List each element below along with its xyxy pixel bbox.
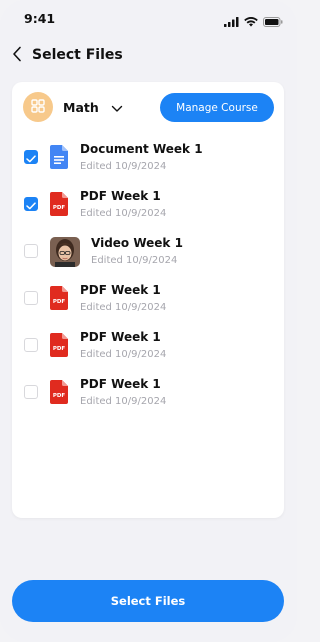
file-row[interactable]: PDF PDF Week 1 Edited 10/9/2024 xyxy=(12,367,284,414)
file-date: Edited 10/9/2024 xyxy=(80,208,167,219)
chevron-down-icon xyxy=(111,98,123,117)
file-row[interactable]: PDF PDF Week 1 Edited 10/9/2024 xyxy=(12,179,284,226)
file-checkbox[interactable] xyxy=(24,244,38,258)
select-files-button[interactable]: Select Files xyxy=(12,580,284,622)
svg-text:PDF: PDF xyxy=(53,393,66,399)
svg-text:PDF: PDF xyxy=(53,346,66,352)
signal-icon xyxy=(224,12,239,31)
manage-course-button[interactable]: Manage Course xyxy=(160,93,274,122)
file-name: PDF Week 1 xyxy=(80,189,161,203)
pdf-file-icon: PDF xyxy=(50,380,68,404)
back-button[interactable] xyxy=(6,44,28,68)
pdf-file-icon: PDF xyxy=(50,192,68,216)
svg-text:PDF: PDF xyxy=(53,205,66,211)
status-bar: 9:41 xyxy=(0,0,297,36)
file-picker-card: Math Manage Course Document Week 1 Edite… xyxy=(12,82,284,518)
wifi-icon xyxy=(244,12,258,31)
file-name: PDF Week 1 xyxy=(80,330,161,344)
file-name: PDF Week 1 xyxy=(80,283,161,297)
status-icons xyxy=(224,12,283,31)
battery-icon xyxy=(263,12,283,31)
file-date: Edited 10/9/2024 xyxy=(80,161,167,172)
chevron-left-icon xyxy=(12,46,22,66)
svg-text:PDF: PDF xyxy=(53,299,66,305)
file-list: Document Week 1 Edited 10/9/2024 PDF PDF… xyxy=(12,132,284,414)
file-date: Edited 10/9/2024 xyxy=(80,349,167,360)
grid-icon xyxy=(31,98,45,117)
file-checkbox[interactable] xyxy=(24,291,38,305)
file-name: Video Week 1 xyxy=(91,236,183,250)
file-date: Edited 10/9/2024 xyxy=(80,302,167,313)
header: Select Files xyxy=(0,40,297,72)
checkmark-icon xyxy=(26,148,36,167)
file-name: Document Week 1 xyxy=(80,142,203,156)
phone-screen: 9:41 Select Files Math Manage Course Doc… xyxy=(0,0,297,642)
page-title: Select Files xyxy=(32,47,123,63)
file-date: Edited 10/9/2024 xyxy=(91,255,178,266)
file-name: PDF Week 1 xyxy=(80,377,161,391)
course-avatar xyxy=(23,92,53,122)
course-name: Math xyxy=(63,99,99,115)
status-time: 9:41 xyxy=(24,11,56,26)
pdf-file-icon: PDF xyxy=(50,333,68,357)
course-dropdown[interactable]: Math xyxy=(63,96,123,118)
file-checkbox[interactable] xyxy=(24,197,38,211)
file-row[interactable]: Document Week 1 Edited 10/9/2024 xyxy=(12,132,284,179)
file-checkbox[interactable] xyxy=(24,150,38,164)
file-row[interactable]: PDF PDF Week 1 Edited 10/9/2024 xyxy=(12,320,284,367)
pdf-file-icon: PDF xyxy=(50,286,68,310)
file-checkbox[interactable] xyxy=(24,385,38,399)
checkmark-icon xyxy=(26,195,36,214)
file-checkbox[interactable] xyxy=(24,338,38,352)
google-doc-icon xyxy=(50,145,68,169)
video-thumbnail xyxy=(50,237,80,267)
file-date: Edited 10/9/2024 xyxy=(80,396,167,407)
file-row[interactable]: PDF PDF Week 1 Edited 10/9/2024 xyxy=(12,273,284,320)
file-row[interactable]: Video Week 1 Edited 10/9/2024 xyxy=(12,226,284,273)
